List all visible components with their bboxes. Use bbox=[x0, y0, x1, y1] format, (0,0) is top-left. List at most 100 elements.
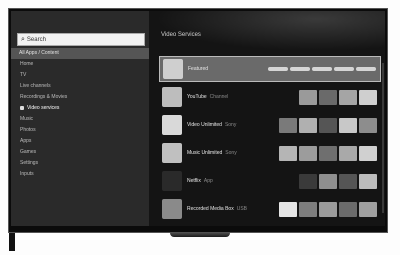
content-tile[interactable] bbox=[299, 145, 317, 161]
search-placeholder: Search bbox=[26, 36, 46, 43]
background-wave bbox=[155, 11, 385, 51]
row-title: Music Unlimited bbox=[187, 150, 223, 156]
row-tiles bbox=[279, 145, 377, 161]
tv-leg bbox=[9, 233, 15, 251]
content-tile[interactable] bbox=[279, 145, 297, 161]
sidebar-item[interactable]: Music bbox=[11, 114, 149, 125]
row-label: Video Unlimited Sony bbox=[187, 122, 257, 128]
content-tile[interactable] bbox=[279, 201, 297, 217]
main-panel: Video Services Featured YouTube Channel Vid… bbox=[155, 11, 385, 226]
sidebar-item-label: Home bbox=[20, 61, 34, 67]
content-row[interactable]: Music Unlimited Sony bbox=[159, 140, 381, 166]
sidebar: ⌕ Search All Apps / Content Home TV Live c… bbox=[11, 11, 149, 226]
content-row[interactable]: YouTube Channel bbox=[159, 84, 381, 110]
sidebar-item[interactable]: Photos bbox=[11, 125, 149, 136]
row-tiles bbox=[299, 173, 377, 189]
sidebar-item-label: Live channels bbox=[20, 83, 51, 89]
sidebar-item-label: Settings bbox=[20, 160, 39, 166]
content-tile[interactable] bbox=[299, 173, 317, 189]
row-title: Netflix bbox=[187, 178, 201, 184]
sidebar-item[interactable]: Games bbox=[11, 147, 149, 158]
row-tiles bbox=[279, 201, 377, 217]
row-meta: USB bbox=[236, 206, 247, 212]
content-row[interactable]: Recorded Media Box USB bbox=[159, 196, 381, 222]
row-title: Recorded Media Box bbox=[187, 206, 234, 212]
row-label: Recorded Media Box USB bbox=[187, 206, 257, 212]
sidebar-item[interactable]: Home bbox=[11, 59, 149, 70]
sidebar-item-label: Recordings & Movies bbox=[20, 94, 68, 100]
sidebar-list: Home TV Live channels Recordings & Movies Vi… bbox=[11, 59, 149, 180]
row-meta: App bbox=[203, 178, 213, 184]
content-tile[interactable] bbox=[299, 201, 317, 217]
tv-screen: ⌕ Search All Apps / Content Home TV Live c… bbox=[11, 11, 385, 226]
row-title: Featured bbox=[188, 66, 209, 72]
content-tile[interactable] bbox=[319, 145, 337, 161]
content-row[interactable]: Video & SportsApp bbox=[159, 224, 381, 226]
sidebar-item[interactable]: Settings bbox=[11, 158, 149, 169]
content-tile[interactable] bbox=[268, 67, 288, 71]
sidebar-item-label: Video services bbox=[27, 105, 60, 111]
search-icon: ⌕ bbox=[21, 35, 25, 43]
row-tiles bbox=[268, 67, 376, 71]
app-thumbnail bbox=[163, 59, 183, 79]
sidebar-item[interactable]: Apps bbox=[11, 136, 149, 147]
content-tile[interactable] bbox=[339, 145, 357, 161]
sidebar-item[interactable]: Inputs bbox=[11, 169, 149, 180]
sidebar-header: All Apps / Content bbox=[11, 48, 149, 59]
sidebar-item-label: Inputs bbox=[20, 171, 34, 177]
sidebar-item[interactable]: TV bbox=[11, 70, 149, 81]
content-tile[interactable] bbox=[356, 67, 376, 71]
content-row[interactable]: Featured bbox=[159, 56, 381, 82]
sidebar-item-label: Games bbox=[20, 149, 37, 155]
search-input[interactable]: ⌕ Search bbox=[17, 33, 145, 46]
content-tile[interactable] bbox=[359, 145, 377, 161]
content-tile[interactable] bbox=[339, 173, 357, 189]
sidebar-item-label: TV bbox=[20, 72, 27, 78]
content-tile[interactable] bbox=[359, 173, 377, 189]
sidebar-item[interactable]: Video services bbox=[11, 103, 149, 114]
content-row[interactable]: Netflix App bbox=[159, 168, 381, 194]
content-tile[interactable] bbox=[334, 67, 354, 71]
row-title: YouTube bbox=[187, 94, 207, 100]
content-tile[interactable] bbox=[359, 89, 377, 105]
content-tile[interactable] bbox=[279, 117, 297, 133]
row-meta: Sony bbox=[225, 150, 237, 156]
content-tile[interactable] bbox=[319, 117, 337, 133]
scrollbar[interactable] bbox=[382, 63, 384, 213]
app-thumbnail bbox=[162, 87, 182, 107]
row-meta: Channel bbox=[209, 94, 229, 100]
content-row[interactable]: Video Unlimited Sony bbox=[159, 112, 381, 138]
content-tile[interactable] bbox=[359, 117, 377, 133]
tv-stand bbox=[170, 232, 230, 237]
content-tile[interactable] bbox=[319, 201, 337, 217]
row-label: Featured bbox=[188, 66, 258, 72]
content-tile[interactable] bbox=[312, 67, 332, 71]
content-tile[interactable] bbox=[339, 201, 357, 217]
content-tile[interactable] bbox=[319, 173, 337, 189]
tv-frame: ⌕ Search All Apps / Content Home TV Live c… bbox=[8, 8, 388, 233]
selected-icon bbox=[20, 105, 24, 110]
app-thumbnail bbox=[162, 171, 182, 191]
row-tiles bbox=[299, 89, 377, 105]
page-title: Video Services bbox=[161, 32, 201, 38]
app-thumbnail bbox=[162, 115, 182, 135]
sidebar-item[interactable]: Live channels bbox=[11, 81, 149, 92]
sidebar-item-label: Music bbox=[20, 116, 34, 122]
row-label: Music Unlimited Sony bbox=[187, 150, 257, 156]
row-tiles bbox=[279, 117, 377, 133]
app-thumbnail bbox=[162, 199, 182, 219]
sidebar-item-label: Apps bbox=[20, 138, 32, 144]
content-tile[interactable] bbox=[299, 89, 317, 105]
content-tile[interactable] bbox=[299, 117, 317, 133]
content-tile[interactable] bbox=[319, 89, 337, 105]
content-tile[interactable] bbox=[339, 89, 357, 105]
row-label: YouTube Channel bbox=[187, 94, 257, 100]
content-tile[interactable] bbox=[339, 117, 357, 133]
content-tile[interactable] bbox=[290, 67, 310, 71]
app-thumbnail bbox=[162, 143, 182, 163]
content-tile[interactable] bbox=[359, 201, 377, 217]
row-label: Netflix App bbox=[187, 178, 257, 184]
row-meta: Sony bbox=[224, 122, 237, 128]
sidebar-item-label: Photos bbox=[20, 127, 36, 133]
sidebar-item[interactable]: Recordings & Movies bbox=[11, 92, 149, 103]
